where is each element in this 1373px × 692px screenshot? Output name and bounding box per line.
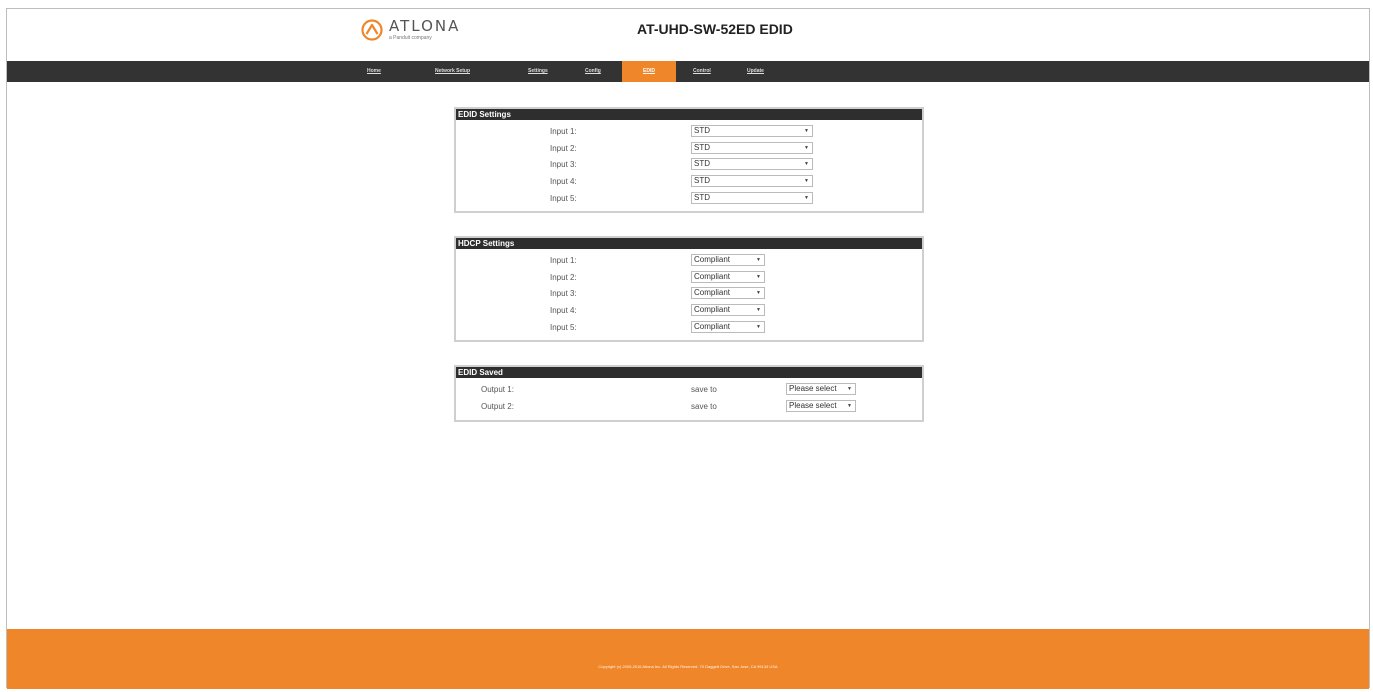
hdcp-input-5-value: Compliant: [694, 322, 731, 331]
edid-input-3-label: Input 3:: [550, 160, 577, 169]
atlona-logo: ATLONA a Panduit company: [361, 19, 460, 41]
nav-config[interactable]: Config: [581, 61, 605, 82]
hdcp-input-1-value: Compliant: [694, 255, 731, 264]
hdcp-input-4-label: Input 4:: [550, 306, 577, 315]
browser-page: ATLONA a Panduit company AT-UHD-SW-52ED …: [6, 8, 1370, 689]
edid-saved-title: EDID Saved: [456, 367, 922, 378]
hdcp-input-2-label: Input 2:: [550, 273, 577, 282]
hdcp-input-5-select[interactable]: Compliant ▼: [691, 321, 765, 333]
nav-update[interactable]: Update: [743, 61, 768, 82]
dropdown-arrow-icon: ▼: [804, 178, 809, 184]
edid-input-3-select[interactable]: STD ▼: [691, 158, 813, 170]
output-1-label: Output 1:: [481, 385, 514, 394]
edid-input-2-value: STD: [694, 143, 710, 152]
edid-settings-panel: EDID Settings Input 1: STD ▼ Input 2: STD…: [454, 107, 924, 213]
dropdown-arrow-icon: ▼: [847, 386, 852, 392]
nav-home[interactable]: Home: [363, 61, 385, 82]
hdcp-input-2-value: Compliant: [694, 272, 731, 281]
dropdown-arrow-icon: ▼: [804, 145, 809, 151]
output-2-label: Output 2:: [481, 402, 514, 411]
edid-input-4-select[interactable]: STD ▼: [691, 175, 813, 187]
edid-input-1-value: STD: [694, 126, 710, 135]
hdcp-input-4-value: Compliant: [694, 305, 731, 314]
dropdown-arrow-icon: ▼: [804, 161, 809, 167]
output-1-save-to: save to: [691, 385, 717, 394]
nav-network-setup[interactable]: Network Setup: [431, 61, 474, 82]
hdcp-input-5-label: Input 5:: [550, 323, 577, 332]
footer-copyright: Copyright (c) 2005-2016 Atlona Inc. All …: [598, 664, 778, 669]
output-1-value: Please select: [789, 384, 837, 393]
edid-input-3-value: STD: [694, 159, 710, 168]
hdcp-input-1-select[interactable]: Compliant ▼: [691, 254, 765, 266]
output-2-select[interactable]: Please select ▼: [786, 400, 856, 412]
hdcp-input-1-label: Input 1:: [550, 256, 577, 265]
edid-saved-panel: EDID Saved Output 1: save to Please sele…: [454, 365, 924, 422]
edid-input-1-select[interactable]: STD ▼: [691, 125, 813, 137]
dropdown-arrow-icon: ▼: [804, 195, 809, 201]
hdcp-settings-title: HDCP Settings: [456, 238, 922, 249]
edid-settings-title: EDID Settings: [456, 109, 922, 120]
dropdown-arrow-icon: ▼: [804, 128, 809, 134]
hdcp-input-4-select[interactable]: Compliant ▼: [691, 304, 765, 316]
edid-input-2-label: Input 2:: [550, 144, 577, 153]
edid-input-5-label: Input 5:: [550, 194, 577, 203]
page-title: AT-UHD-SW-52ED EDID: [637, 21, 793, 37]
hdcp-input-2-select[interactable]: Compliant ▼: [691, 271, 765, 283]
output-2-save-to: save to: [691, 402, 717, 411]
nav-control[interactable]: Control: [689, 61, 715, 82]
dropdown-arrow-icon: ▼: [756, 274, 761, 280]
dropdown-arrow-icon: ▼: [756, 324, 761, 330]
edid-input-2-select[interactable]: STD ▼: [691, 142, 813, 154]
output-1-select[interactable]: Please select ▼: [786, 383, 856, 395]
edid-input-5-value: STD: [694, 193, 710, 202]
page-footer: Copyright (c) 2005-2016 Atlona Inc. All …: [7, 629, 1369, 689]
nav-edid[interactable]: EDID: [622, 61, 676, 82]
edid-input-4-label: Input 4:: [550, 177, 577, 186]
logo-name: ATLONA: [389, 17, 461, 35]
hdcp-input-3-label: Input 3:: [550, 289, 577, 298]
dropdown-arrow-icon: ▼: [756, 307, 761, 313]
edid-input-4-value: STD: [694, 176, 710, 185]
dropdown-arrow-icon: ▼: [847, 403, 852, 409]
atlona-logo-icon: [361, 19, 383, 41]
edid-input-1-label: Input 1:: [550, 127, 577, 136]
nav-settings[interactable]: Settings: [524, 61, 552, 82]
edid-input-5-select[interactable]: STD ▼: [691, 192, 813, 204]
page-header: ATLONA a Panduit company AT-UHD-SW-52ED …: [7, 9, 1369, 61]
hdcp-input-3-value: Compliant: [694, 288, 731, 297]
hdcp-input-3-select[interactable]: Compliant ▼: [691, 287, 765, 299]
dropdown-arrow-icon: ▼: [756, 257, 761, 263]
output-2-value: Please select: [789, 401, 837, 410]
logo-subtitle: a Panduit company: [389, 35, 432, 41]
main-nav: Home Network Setup Settings Config EDID …: [7, 61, 1369, 82]
hdcp-settings-panel: HDCP Settings Input 1: Compliant ▼ Input …: [454, 236, 924, 342]
dropdown-arrow-icon: ▼: [756, 290, 761, 296]
